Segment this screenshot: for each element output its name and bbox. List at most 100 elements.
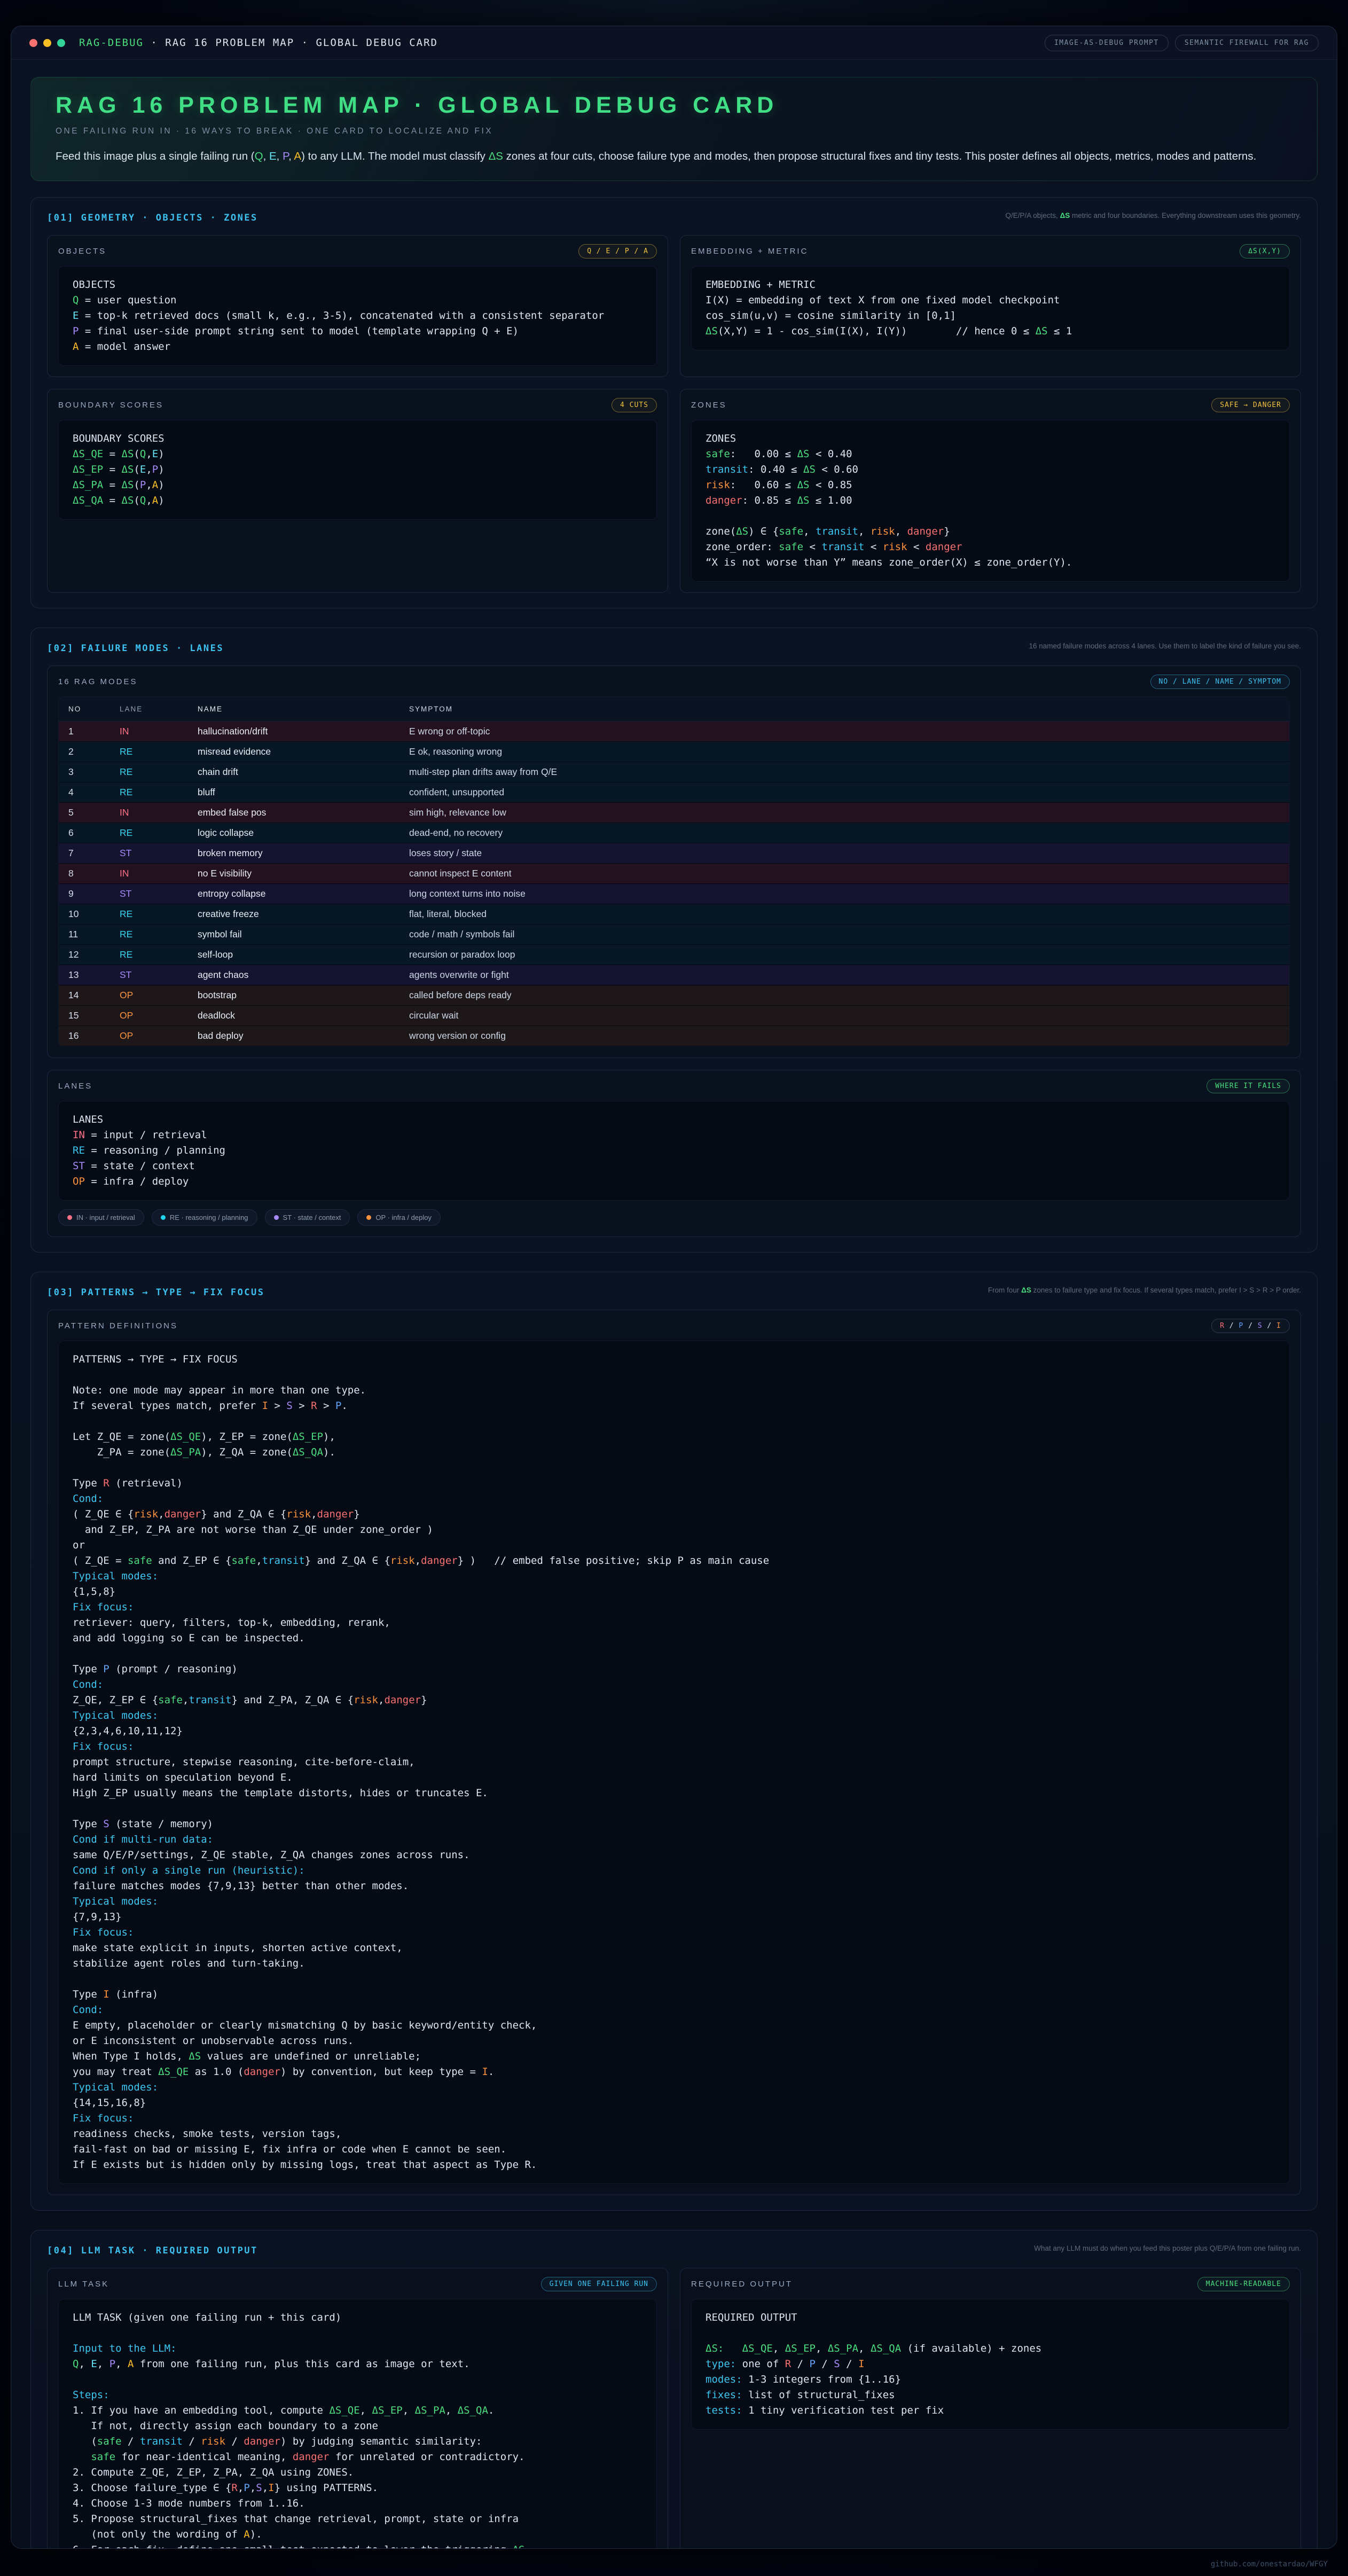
column-header-name: NAME bbox=[188, 697, 399, 721]
code-line: PATTERNS → TYPE → FIX FOCUS bbox=[73, 1352, 1275, 1367]
code-line: From four ΔS zones to failure type and f… bbox=[988, 1286, 1301, 1294]
mode-row-16: 16OPbad deploywrong version or config bbox=[59, 1026, 1289, 1046]
section-llm-task: [04] LLM TASK · REQUIRED OUTPUT What any… bbox=[30, 2230, 1318, 2549]
mode-row-12: 12REself-looprecursion or paradox loop bbox=[59, 945, 1289, 965]
section-patterns: [03] PATTERNS → TYPE → FIX FOCUS From fo… bbox=[30, 1272, 1318, 2211]
code-line: P = final user-side prompt string sent t… bbox=[73, 324, 642, 339]
code-line: Let Z_QE = zone(ΔS_QE), Z_EP = zone(ΔS_E… bbox=[73, 1429, 1275, 1445]
code-line: type: one of R / P / S / I bbox=[706, 2356, 1275, 2372]
panel-pattern-definitions: PATTERN DEFINITIONS R / P / S / I PATTER… bbox=[47, 1310, 1301, 2195]
code-line: tests: 1 tiny verification test per fix bbox=[706, 2403, 1275, 2418]
code-line: 6. For each fix, define one small test e… bbox=[73, 2542, 642, 2549]
code-line: When Type I holds, ΔS values are undefin… bbox=[73, 2049, 1275, 2064]
objects-code: OBJECTSQ = user questionE = top-k retrie… bbox=[58, 266, 657, 366]
mode-row-3: 3REchain driftmulti-step plan drifts awa… bbox=[59, 762, 1289, 782]
code-line: Fix focus: bbox=[73, 2111, 1275, 2126]
lane-dot-icon bbox=[274, 1215, 279, 1220]
code-line: Fix focus: bbox=[73, 1739, 1275, 1755]
code-line: risk: 0.60 ≤ ΔS < 0.85 bbox=[706, 477, 1275, 493]
section-failure-modes: [02] FAILURE MODES · LANES 16 named fail… bbox=[30, 628, 1318, 1252]
mode-name: logic collapse bbox=[188, 823, 399, 843]
code-line: {1,5,8} bbox=[73, 1584, 1275, 1600]
mode-no: 16 bbox=[59, 1026, 110, 1046]
code-line: Typical modes: bbox=[73, 2080, 1275, 2095]
code-line: Typical modes: bbox=[73, 1708, 1275, 1724]
minimize-window-icon[interactable] bbox=[43, 39, 51, 47]
titlebar-badges: IMAGE-AS-DEBUG PROMPTSEMANTIC FIREWALL F… bbox=[1045, 35, 1319, 51]
mode-lane: OP bbox=[110, 985, 188, 1005]
code-line: If E exists but is hidden only by missin… bbox=[73, 2157, 1275, 2173]
code-line: ΔS_PA = ΔS(P,A) bbox=[73, 477, 642, 493]
code-line: Fix focus: bbox=[73, 1925, 1275, 1940]
code-line: R / P / S / I bbox=[1220, 1322, 1281, 1330]
mode-no: 7 bbox=[59, 843, 110, 863]
mode-symptom: long context turns into noise bbox=[399, 884, 1289, 904]
boundary-code: BOUNDARY SCORESΔS_QE = ΔS(Q,E)ΔS_EP = ΔS… bbox=[58, 420, 657, 520]
code-line bbox=[73, 2326, 642, 2341]
hero-lead: Feed this image plus a single failing ru… bbox=[56, 149, 1292, 165]
code-line: and Z_EP, Z_PA are not worse than Z_QE u… bbox=[73, 1522, 1275, 1538]
lane-chip-RE: RE · reasoning / planning bbox=[152, 1209, 257, 1226]
modes-table: NO LANE NAME SYMPTOM 1INhallucination/dr… bbox=[58, 696, 1290, 1047]
code-line: you may treat ΔS_QE as 1.0 (danger) by c… bbox=[73, 2064, 1275, 2080]
section-01-note: Q/E/P/A objects, ΔS metric and four boun… bbox=[981, 210, 1301, 221]
code-line: fixes: list of structural_fixes bbox=[706, 2387, 1275, 2403]
embedding-code: EMBEDDING + METRICI(X) = embedding of te… bbox=[691, 266, 1290, 350]
section-01-title: [01] GEOMETRY · OBJECTS · ZONES bbox=[47, 210, 258, 223]
code-line: IN = input / retrieval bbox=[73, 1128, 1275, 1143]
debug-card-window: RAG-DEBUG · RAG 16 PROBLEM MAP · GLOBAL … bbox=[11, 26, 1337, 2549]
panel-rag-modes: 16 RAG MODES NO / LANE / NAME / SYMPTOM … bbox=[47, 665, 1301, 1058]
code-line: safe: 0.00 ≤ ΔS < 0.40 bbox=[706, 447, 1275, 462]
mode-name: bootstrap bbox=[188, 985, 399, 1005]
titlebar: RAG-DEBUG · RAG 16 PROBLEM MAP · GLOBAL … bbox=[11, 26, 1337, 60]
maximize-window-icon[interactable] bbox=[57, 39, 65, 47]
mode-lane: RE bbox=[110, 742, 188, 762]
page-title: RAG 16 PROBLEM MAP · GLOBAL DEBUG CARD bbox=[56, 92, 1292, 119]
code-line: ( Z_QE ∈ {risk,danger} and Z_QA ∈ {risk,… bbox=[73, 1507, 1275, 1522]
mode-no: 9 bbox=[59, 884, 110, 904]
panel-lanes-badge: WHERE IT FAILS bbox=[1206, 1079, 1290, 1093]
code-line: prompt structure, stepwise reasoning, ci… bbox=[73, 1755, 1275, 1770]
code-line: Input to the LLM: bbox=[73, 2341, 642, 2356]
code-line: or bbox=[73, 1538, 1275, 1553]
section-04-header: [04] LLM TASK · REQUIRED OUTPUT What any… bbox=[47, 2243, 1301, 2256]
code-line: or E inconsistent or unobservable across… bbox=[73, 2033, 1275, 2049]
footer-link[interactable]: github.com/onestardao/WFGY bbox=[1211, 2560, 1328, 2569]
section-geometry: [01] GEOMETRY · OBJECTS · ZONES Q/E/P/A … bbox=[30, 197, 1318, 608]
mode-name: entropy collapse bbox=[188, 884, 399, 904]
panel-lanes-header: LANES WHERE IT FAILS bbox=[58, 1079, 1290, 1093]
mode-lane: RE bbox=[110, 782, 188, 802]
lane-dot-icon bbox=[67, 1215, 72, 1220]
lane-dot-icon bbox=[161, 1215, 166, 1220]
code-line: (safe / transit / risk / danger) by judg… bbox=[73, 2434, 642, 2449]
code-line: RE = reasoning / planning bbox=[73, 1143, 1275, 1158]
panel-modes-label: 16 RAG MODES bbox=[58, 677, 138, 686]
code-line: Type I (infra) bbox=[73, 1987, 1275, 2002]
panel-boundary-label: BOUNDARY SCORES bbox=[58, 401, 163, 410]
code-line: Z_PA = zone(ΔS_PA), Z_QA = zone(ΔS_QA). bbox=[73, 1445, 1275, 1460]
panel-llm-task-label: LLM TASK bbox=[58, 2280, 109, 2289]
code-line: 5. Propose structural_fixes that change … bbox=[73, 2511, 642, 2527]
mode-no: 11 bbox=[59, 925, 110, 944]
panel-llm-task-badge: GIVEN ONE FAILING RUN bbox=[541, 2277, 657, 2291]
panel-modes-header: 16 RAG MODES NO / LANE / NAME / SYMPTOM bbox=[58, 675, 1290, 689]
mode-name: broken memory bbox=[188, 843, 399, 863]
mode-lane: RE bbox=[110, 762, 188, 782]
mode-symptom: E wrong or off-topic bbox=[399, 722, 1289, 741]
code-line: Type S (state / memory) bbox=[73, 1816, 1275, 1832]
mode-name: hallucination/drift bbox=[188, 722, 399, 741]
panel-objects-header: OBJECTS Q / E / P / A bbox=[58, 244, 657, 259]
panel-objects-badge: Q / E / P / A bbox=[578, 244, 657, 259]
section-04-note: What any LLM must do when you feed this … bbox=[981, 2243, 1301, 2254]
code-line: retriever: query, filters, top-k, embedd… bbox=[73, 1615, 1275, 1631]
code-line: 3. Choose failure_type ∈ {R,P,S,I} using… bbox=[73, 2480, 642, 2496]
code-line: ΔS_QA = ΔS(Q,A) bbox=[73, 493, 642, 508]
close-window-icon[interactable] bbox=[29, 39, 37, 47]
code-line: cos_sim(u,v) = cosine similarity in [0,1… bbox=[706, 308, 1275, 324]
code-line: LANES bbox=[73, 1112, 1275, 1128]
titlebar-badge: SEMANTIC FIREWALL FOR RAG bbox=[1175, 35, 1319, 51]
mode-name: creative freeze bbox=[188, 904, 399, 924]
code-line: ST = state / context bbox=[73, 1158, 1275, 1174]
lane-chip-IN: IN · input / retrieval bbox=[58, 1209, 144, 1226]
mode-symptom: cannot inspect E content bbox=[399, 864, 1289, 883]
